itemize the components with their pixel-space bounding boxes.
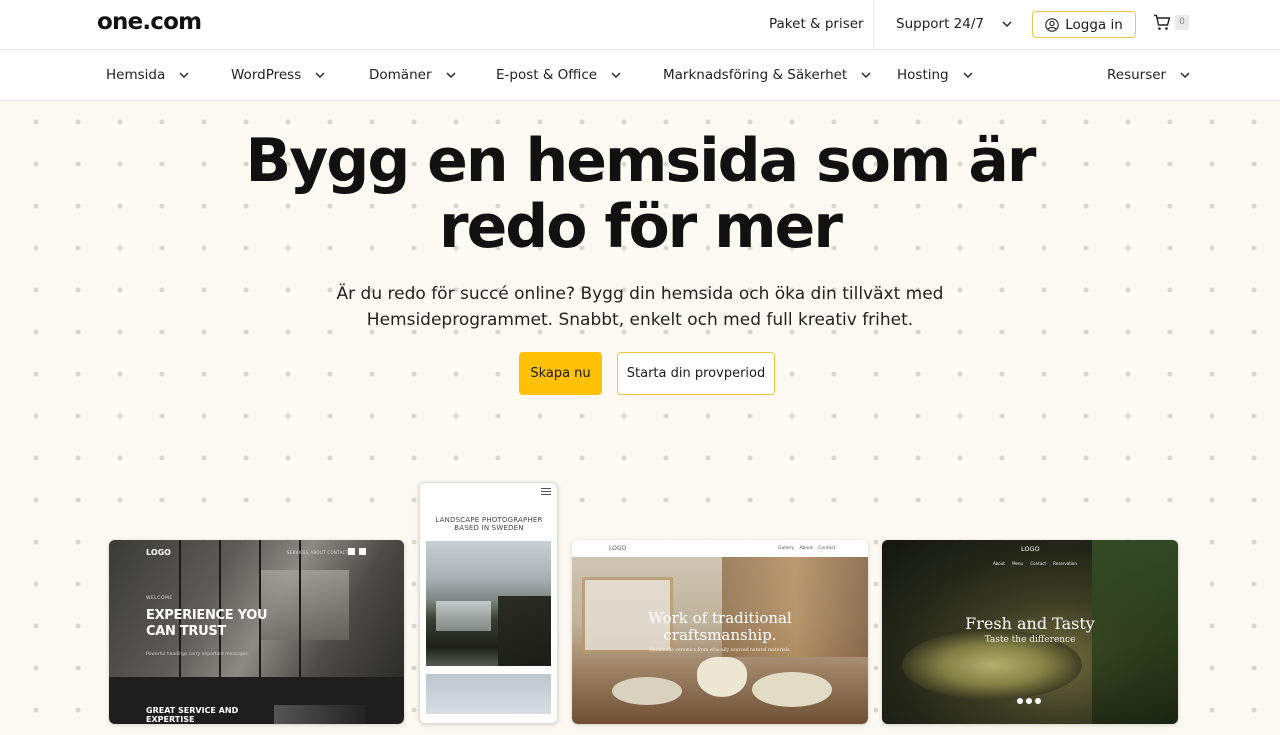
cart-count-badge: 0	[1175, 15, 1189, 30]
preview-logo: LOGO	[609, 545, 627, 552]
ceramic-cup	[697, 657, 747, 697]
preview-logo: LOGO	[146, 548, 171, 557]
preview-nav: Gallery About Contact	[778, 546, 836, 551]
nav-item-epost-office[interactable]: E-post & Office	[496, 67, 621, 83]
preview-subtitle: Taste the difference	[984, 635, 1076, 645]
chevron-down-icon	[446, 72, 455, 78]
support-label: Support 24/7	[896, 16, 984, 32]
chevron-down-icon	[861, 72, 871, 78]
chevron-down-icon	[179, 72, 189, 78]
nav-item-hosting[interactable]: Hosting	[897, 67, 973, 83]
hero-title: Bygg en hemsida som är redo för mer	[240, 128, 1040, 260]
nav-item-resurser[interactable]: Resurser	[1107, 67, 1190, 83]
hero-subtitle: Är du redo för succé online? Bygg din he…	[290, 281, 990, 333]
nav-item-label: Resurser	[1107, 67, 1167, 83]
preview-logo: LOGO	[1021, 545, 1040, 553]
cart-icon	[1154, 14, 1171, 30]
template-preview-ceramics[interactable]: LOGO Gallery About Contact Work of tradi…	[572, 540, 868, 724]
hamburger-menu-icon	[541, 488, 551, 495]
nav-item-label: Domäner	[369, 67, 432, 83]
chevron-down-icon	[315, 72, 325, 78]
preview-welcome: WELCOME	[146, 596, 173, 601]
preview-title: Fresh and Tasty	[965, 614, 1095, 633]
hero-title-line2: redo för mer	[439, 192, 843, 262]
pricing-link[interactable]: Paket & priser	[769, 16, 864, 32]
nav-item-label: Hosting	[897, 67, 949, 83]
sky-photo	[426, 674, 551, 714]
preview-social-icons	[348, 548, 366, 555]
hero-title-line1: Bygg en hemsida som är	[245, 126, 1037, 196]
hero-subtitle-line2: Hemsideprogrammet. Snabbt, enkelt och me…	[366, 310, 914, 330]
nav-item-hemsida[interactable]: Hemsida	[106, 67, 189, 83]
user-icon	[1045, 17, 1059, 32]
top-divider	[873, 0, 874, 50]
nav-item-label: E-post & Office	[496, 67, 598, 83]
preview-tagline: Powerful headings carry important messag…	[146, 652, 250, 657]
create-now-button[interactable]: Skapa nu	[519, 352, 602, 395]
nav-item-marknadsforing[interactable]: Marknadsföring & Säkerhet	[663, 67, 871, 83]
preview-heading: LANDSCAPE PHOTOGRAPHER BASED IN SWEDEN	[435, 516, 543, 532]
preview-menu: SERVICES ABOUT CONTACT	[287, 550, 349, 555]
chevron-down-icon	[963, 72, 973, 78]
waterfall-photo	[426, 541, 551, 666]
main-nav: Hemsida WordPress Domäner E-post & Offic…	[0, 50, 1280, 101]
hero-subtitle-line1: Är du redo för succé online? Bygg din he…	[336, 284, 944, 304]
nav-item-wordpress[interactable]: WordPress	[231, 67, 325, 83]
pricing-link-label: Paket & priser	[769, 16, 864, 32]
nav-item-domaner[interactable]: Domäner	[369, 67, 456, 83]
start-trial-button[interactable]: Starta din provperiod	[617, 352, 775, 395]
template-preview-photographer[interactable]: LANDSCAPE PHOTOGRAPHER BASED IN SWEDEN	[419, 482, 558, 724]
nav-item-label: WordPress	[231, 67, 302, 83]
preview-social-icons	[1017, 698, 1041, 704]
chevron-down-icon	[1002, 21, 1012, 27]
nav-item-label: Hemsida	[106, 67, 166, 83]
cart-button[interactable]: 0	[1153, 14, 1189, 31]
template-preview-restaurant[interactable]: LOGO About Menu Contact Reservation Fres…	[882, 540, 1178, 724]
preview-nav: About Menu Contact Reservation	[993, 561, 1077, 566]
top-bar: one.com Paket & priser Support 24/7 Logg…	[0, 0, 1280, 50]
ceramic-bowl	[612, 677, 682, 705]
site-logo[interactable]: one.com	[97, 9, 202, 35]
chevron-down-icon	[1180, 72, 1190, 78]
preview-headline: EXPERIENCE YOU CAN TRUST	[146, 608, 268, 639]
ceramic-plate	[752, 672, 832, 707]
preview-thumbnail	[274, 705, 366, 724]
login-label: Logga in	[1065, 16, 1123, 33]
template-preview-business[interactable]: LOGO SERVICES ABOUT CONTACT WELCOME EXPE…	[109, 540, 404, 724]
preview-title: Work of traditional craftsmanship.	[648, 609, 792, 644]
support-dropdown[interactable]: Support 24/7	[896, 16, 1012, 32]
login-button[interactable]: Logga in	[1032, 11, 1136, 38]
preview-subtitle: Handmade ceramics from ethically sourced…	[649, 648, 791, 653]
preview-section-heading: GREAT SERVICE AND EXPERTISE	[146, 706, 239, 724]
chevron-down-icon	[611, 72, 621, 78]
nav-item-label: Marknadsföring & Säkerhet	[663, 67, 848, 83]
